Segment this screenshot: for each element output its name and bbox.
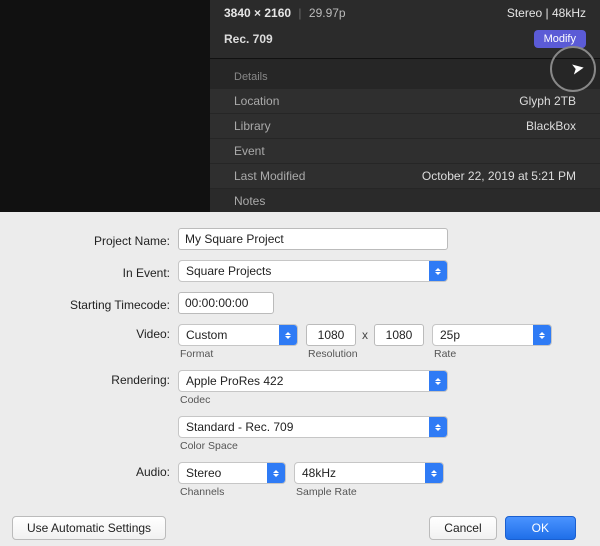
updown-arrows-icon — [533, 325, 551, 345]
render-codec-select[interactable]: Apple ProRes 422 — [178, 370, 448, 392]
fps-text: 29.97p — [309, 6, 346, 20]
detail-value: October 22, 2019 at 5:21 PM — [422, 169, 576, 183]
dialog-button-bar: Use Automatic Settings Cancel OK — [6, 508, 582, 546]
detail-label: Event — [234, 144, 265, 158]
modify-button[interactable]: Modify — [534, 30, 586, 48]
video-format-select[interactable]: Custom — [178, 324, 298, 346]
select-value: Square Projects — [186, 264, 279, 278]
video-height-input[interactable] — [374, 324, 424, 346]
dimension-x: x — [360, 328, 370, 342]
inspector-panel: 3840 × 2160 | 29.97p Stereo | 48kHz Rec.… — [0, 0, 600, 212]
label-in-event: In Event: — [6, 263, 178, 280]
detail-label: Location — [234, 94, 279, 108]
detail-label: Notes — [234, 194, 265, 208]
detail-label: Library — [234, 119, 271, 133]
updown-arrows-icon — [279, 325, 297, 345]
video-width-input[interactable] — [306, 324, 356, 346]
sublabel-rate: Rate — [432, 348, 552, 360]
detail-label: Last Modified — [234, 169, 305, 183]
color-space-select[interactable]: Standard - Rec. 709 — [178, 416, 448, 438]
select-value: Apple ProRes 422 — [186, 374, 291, 388]
row-video: Video: Custom Format x Resolution — [6, 324, 582, 360]
sublabel-codec: Codec — [178, 394, 448, 406]
updown-arrows-icon — [425, 463, 443, 483]
row-starting-timecode: Starting Timecode: — [6, 292, 582, 314]
row-in-event: In Event: Square Projects — [6, 260, 582, 282]
row-audio: Audio: Stereo Channels 48kHz Sample Rate — [6, 462, 582, 498]
select-value: Stereo — [186, 466, 229, 480]
starting-timecode-input[interactable] — [178, 292, 274, 314]
details-section: Details Location Glyph 2TB Library Black… — [210, 59, 600, 220]
sublabel-color-space: Color Space — [178, 440, 448, 452]
colorspace-text: Rec. 709 — [224, 32, 273, 46]
info-bar-line2: Rec. 709 Modify ➤ — [210, 26, 600, 59]
select-value: Custom — [186, 328, 235, 342]
detail-value: Glyph 2TB — [519, 94, 576, 108]
use-automatic-settings-button[interactable]: Use Automatic Settings — [12, 516, 166, 540]
sublabel-sample-rate: Sample Rate — [294, 486, 444, 498]
detail-row-notes: Notes — [210, 189, 600, 214]
ok-button[interactable]: OK — [505, 516, 576, 540]
audio-summary: Stereo | 48kHz — [507, 6, 586, 20]
audio-sample-rate-select[interactable]: 48kHz — [294, 462, 444, 484]
detail-row-location: Location Glyph 2TB — [210, 89, 600, 114]
project-settings-dialog: Project Name: In Event: Square Projects … — [0, 212, 600, 546]
in-event-select[interactable]: Square Projects — [178, 260, 448, 282]
row-project-name: Project Name: — [6, 228, 582, 250]
settings-form: Project Name: In Event: Square Projects … — [6, 228, 582, 508]
info-separator: | — [298, 6, 301, 20]
label-audio: Audio: — [6, 462, 178, 479]
select-value: Standard - Rec. 709 — [186, 420, 301, 434]
video-rate-select[interactable]: 25p — [432, 324, 552, 346]
sublabel-resolution: Resolution — [306, 348, 424, 360]
details-header: Details — [210, 65, 600, 89]
label-starting-tc: Starting Timecode: — [6, 295, 178, 312]
detail-row-last-modified: Last Modified October 22, 2019 at 5:21 P… — [210, 164, 600, 189]
row-rendering: Rendering: Apple ProRes 422 Codec Standa… — [6, 370, 582, 452]
updown-arrows-icon — [429, 371, 447, 391]
detail-row-library: Library BlackBox — [210, 114, 600, 139]
select-value: 25p — [440, 328, 468, 342]
inspector-empty-left — [0, 0, 210, 212]
info-bar-line1: 3840 × 2160 | 29.97p Stereo | 48kHz — [210, 0, 600, 26]
project-name-input[interactable] — [178, 228, 448, 250]
label-rendering: Rendering: — [6, 370, 178, 387]
audio-channels-select[interactable]: Stereo — [178, 462, 286, 484]
updown-arrows-icon — [429, 261, 447, 281]
label-video: Video: — [6, 324, 178, 341]
resolution-text: 3840 × 2160 — [224, 6, 291, 20]
cancel-button[interactable]: Cancel — [429, 516, 496, 540]
sublabel-format: Format — [178, 348, 298, 360]
inspector-right: 3840 × 2160 | 29.97p Stereo | 48kHz Rec.… — [210, 0, 600, 212]
updown-arrows-icon — [429, 417, 447, 437]
sublabel-channels: Channels — [178, 486, 286, 498]
detail-row-event: Event — [210, 139, 600, 164]
info-resolution: 3840 × 2160 | 29.97p — [224, 6, 346, 20]
select-value: 48kHz — [302, 466, 344, 480]
updown-arrows-icon — [267, 463, 285, 483]
detail-value: BlackBox — [526, 119, 576, 133]
label-project-name: Project Name: — [6, 231, 178, 248]
